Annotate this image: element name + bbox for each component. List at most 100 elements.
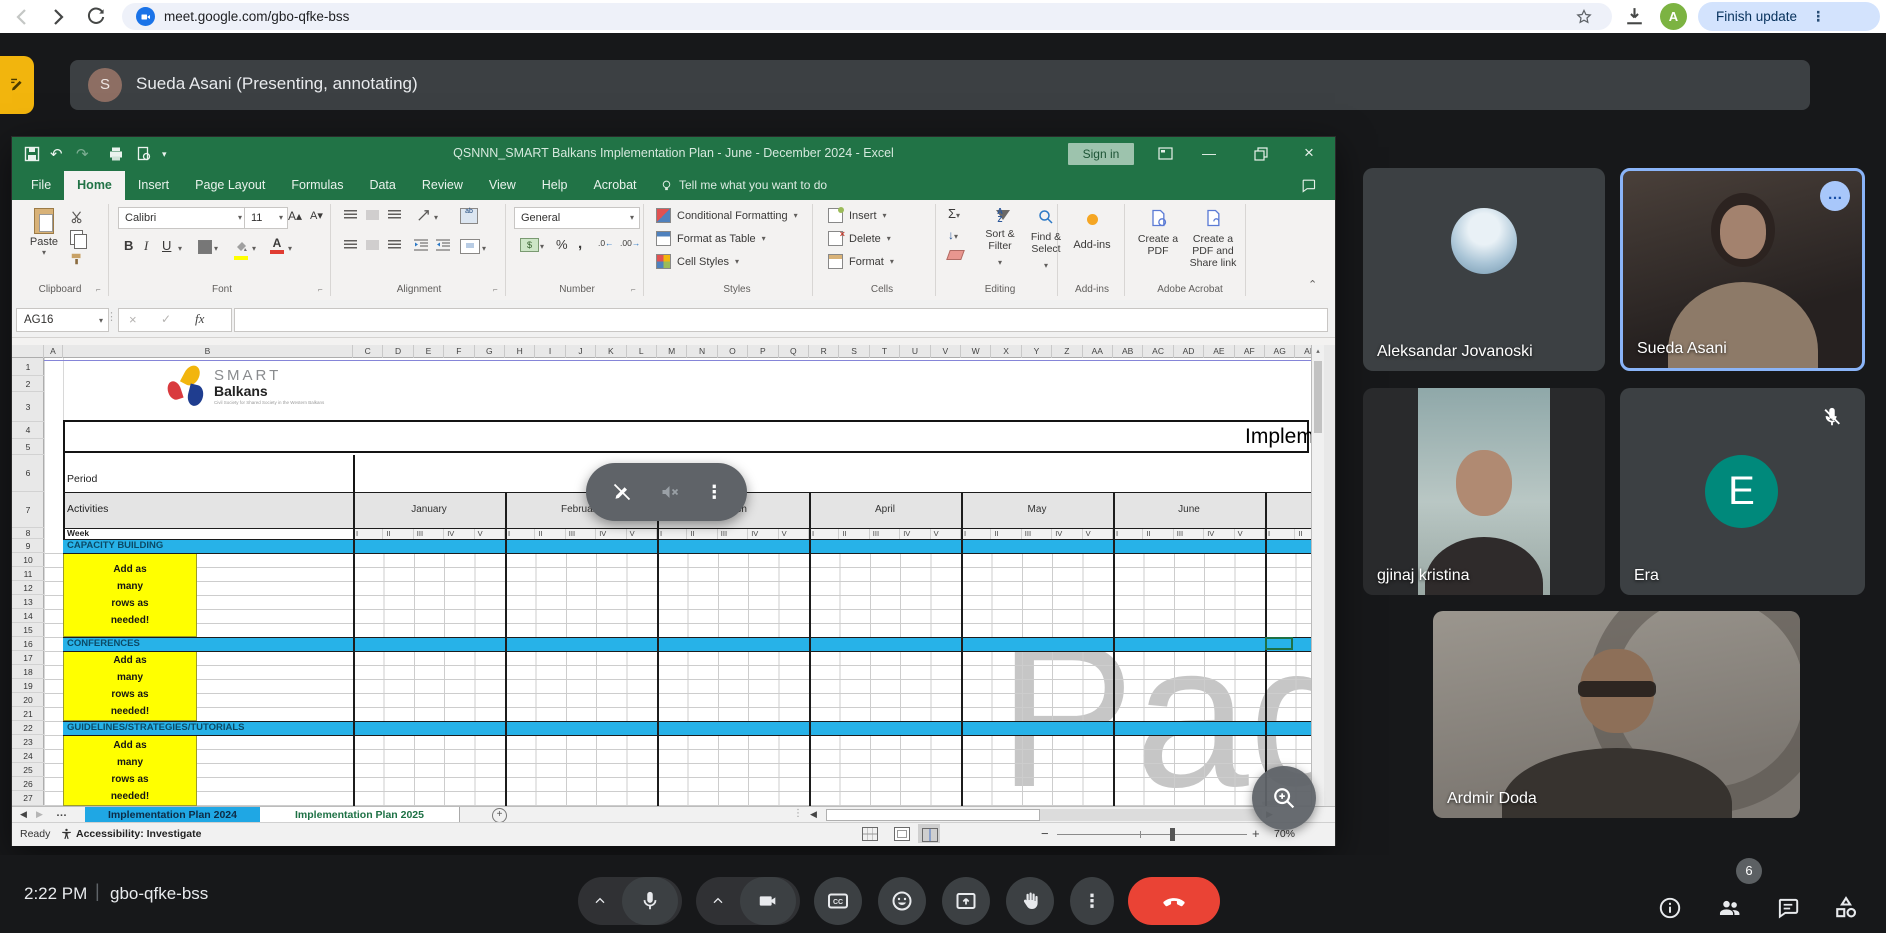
ribbon-tab-page-layout[interactable]: Page Layout: [182, 171, 278, 200]
present-button[interactable]: [942, 877, 990, 925]
row-header-15[interactable]: 15: [12, 623, 44, 637]
number-launcher-icon[interactable]: ⌐: [631, 285, 636, 294]
paste-button[interactable]: Paste ▾: [26, 206, 62, 270]
scroll-up-icon[interactable]: ▴: [1312, 345, 1324, 359]
magnifier-button[interactable]: [1252, 766, 1316, 830]
paste-dropdown-icon[interactable]: ▾: [26, 248, 62, 257]
column-header-B[interactable]: B: [63, 345, 353, 358]
scrollbar-splitter[interactable]: ⋮: [793, 808, 803, 819]
accessibility-status[interactable]: Accessibility: Investigate: [76, 828, 201, 840]
column-header-AA[interactable]: AA: [1083, 345, 1113, 358]
add-rows-note-cell[interactable]: Add asmanyrows asneeded!: [63, 735, 197, 806]
restore-icon[interactable]: [1254, 147, 1268, 161]
column-header-AE[interactable]: AE: [1204, 345, 1234, 358]
column-header-O[interactable]: O: [718, 345, 748, 358]
row-header-9[interactable]: 9: [12, 539, 44, 553]
fill-color-button[interactable]: [234, 238, 248, 260]
zoom-out-icon[interactable]: −: [1041, 826, 1049, 841]
participant-tile-ardmir[interactable]: Ardmir Doda: [1433, 611, 1800, 818]
decrease-indent-icon[interactable]: [414, 239, 428, 251]
row-header-14[interactable]: 14: [12, 609, 44, 623]
comments-icon[interactable]: [1300, 177, 1317, 194]
create-pdf-share-button[interactable]: Create a PDF and Share link: [1184, 208, 1242, 269]
orientation-icon[interactable]: [416, 208, 431, 223]
row-header-17[interactable]: 17: [12, 651, 44, 665]
new-sheet-icon[interactable]: +: [492, 808, 507, 823]
align-left-icon[interactable]: [344, 240, 357, 250]
column-header-AC[interactable]: AC: [1143, 345, 1173, 358]
hscroll-thumb[interactable]: [826, 809, 1040, 821]
scroll-thumb[interactable]: [1314, 361, 1322, 433]
fx-icon[interactable]: fx: [195, 311, 204, 327]
minimize-icon[interactable]: —: [1196, 145, 1222, 161]
hscroll-left-icon[interactable]: ◀: [810, 809, 817, 820]
forward-icon[interactable]: [46, 5, 70, 29]
column-header-F[interactable]: F: [444, 345, 474, 358]
shrink-font-button[interactable]: A▾: [310, 209, 323, 222]
column-header-T[interactable]: T: [870, 345, 900, 358]
font-size-select[interactable]: 11▾: [244, 207, 288, 229]
clear-button[interactable]: [948, 250, 963, 260]
column-header-G[interactable]: G: [475, 345, 505, 358]
ribbon-tab-acrobat[interactable]: Acrobat: [580, 171, 649, 200]
comma-style-button[interactable]: ,: [578, 235, 582, 252]
zoom-slider-track[interactable]: [1057, 834, 1247, 835]
page-break-preview-button[interactable]: [918, 824, 940, 843]
conditional-formatting-button[interactable]: Conditional Formatting▾: [656, 208, 798, 223]
font-launcher-icon[interactable]: ⌐: [318, 285, 323, 294]
captions-button[interactable]: CC: [814, 877, 862, 925]
column-header-I[interactable]: I: [535, 345, 565, 358]
people-button[interactable]: [1712, 890, 1748, 926]
cut-icon[interactable]: [70, 210, 84, 224]
row-header-2[interactable]: 2: [12, 376, 44, 392]
column-header-Z[interactable]: Z: [1052, 345, 1082, 358]
sort-filter-button[interactable]: AZ Sort & Filter▾: [980, 208, 1020, 270]
column-header-J[interactable]: J: [566, 345, 596, 358]
ribbon-display-options-icon[interactable]: [1158, 147, 1173, 160]
row-header-24[interactable]: 24: [12, 749, 44, 763]
column-header-AB[interactable]: AB: [1113, 345, 1143, 358]
find-select-button[interactable]: Find & Select▾: [1024, 208, 1068, 273]
borders-button[interactable]: [198, 240, 212, 254]
row-header-27[interactable]: 27: [12, 791, 44, 806]
row-header-26[interactable]: 26: [12, 777, 44, 791]
enter-icon[interactable]: ✓: [161, 312, 171, 326]
increase-indent-icon[interactable]: [436, 239, 450, 251]
reload-icon[interactable]: [84, 5, 108, 29]
ribbon-tab-review[interactable]: Review: [409, 171, 476, 200]
column-header-X[interactable]: X: [991, 345, 1021, 358]
column-header-E[interactable]: E: [414, 345, 444, 358]
column-header-N[interactable]: N: [687, 345, 717, 358]
sign-in-button[interactable]: Sign in: [1068, 143, 1134, 165]
create-pdf-button[interactable]: Create a PDF: [1132, 208, 1184, 257]
end-call-button[interactable]: [1128, 877, 1220, 925]
column-header-R[interactable]: R: [809, 345, 839, 358]
column-header-K[interactable]: K: [596, 345, 626, 358]
add-rows-note-cell[interactable]: Add asmanyrows asneeded!: [63, 553, 197, 637]
column-header-C[interactable]: C: [353, 345, 383, 358]
tile-more-options-icon[interactable]: …: [1820, 181, 1850, 211]
percent-style-button[interactable]: %: [556, 237, 568, 252]
format-painter-icon[interactable]: [70, 252, 84, 266]
row-header-13[interactable]: 13: [12, 595, 44, 609]
browser-profile-avatar[interactable]: A: [1660, 3, 1687, 30]
column-header-AG[interactable]: AG: [1265, 345, 1295, 358]
row-header-7[interactable]: 7: [12, 492, 44, 528]
raise-hand-button[interactable]: [1006, 877, 1054, 925]
bookmark-star-icon[interactable]: [1574, 7, 1594, 27]
camera-button[interactable]: [740, 877, 796, 925]
merge-center-icon[interactable]: [460, 239, 480, 254]
row-header-11[interactable]: 11: [12, 567, 44, 581]
align-bottom-icon[interactable]: [388, 210, 401, 220]
row-header-8[interactable]: 8: [12, 528, 44, 539]
column-header-P[interactable]: P: [748, 345, 778, 358]
row-header-5[interactable]: 5: [12, 439, 44, 455]
accounting-format-button[interactable]: $: [520, 238, 539, 252]
row-header-1[interactable]: 1: [12, 358, 44, 376]
align-center-icon[interactable]: [366, 240, 379, 250]
finish-update-button[interactable]: Finish update ⋮: [1698, 2, 1880, 31]
zoom-in-icon[interactable]: +: [1252, 826, 1260, 841]
column-header-H[interactable]: H: [505, 345, 535, 358]
row-header-3[interactable]: 3: [12, 392, 44, 422]
participant-tile-sueda[interactable]: … Sueda Asani: [1620, 168, 1865, 371]
